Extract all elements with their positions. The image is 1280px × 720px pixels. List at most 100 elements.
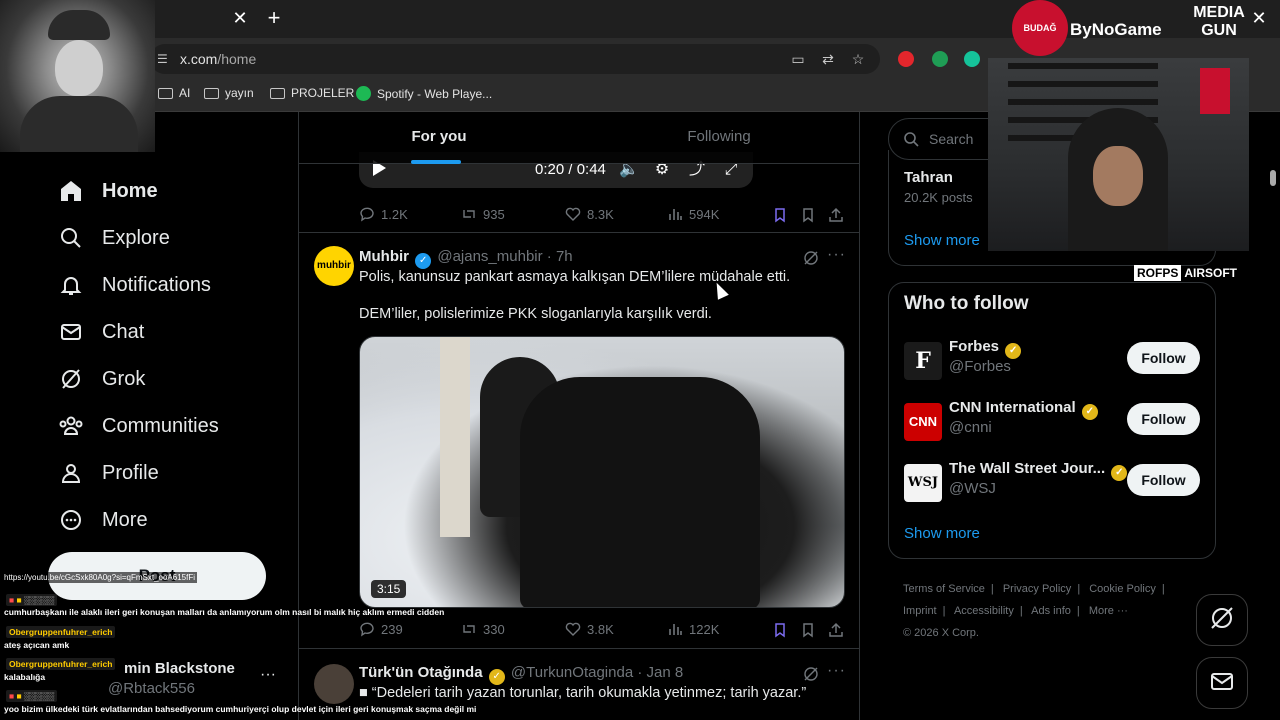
follow-suggestion[interactable]: F Forbes ✓ @Forbes Follow [904,338,1204,386]
nav-notifications[interactable]: Notifications [58,267,211,303]
bookmark-yayin[interactable]: yayın [204,86,254,100]
bookmark-ai[interactable]: AI [158,86,190,100]
nav-explore[interactable]: Explore [58,220,170,256]
overlay-logo-bynogame: ByNoGame [1070,20,1162,39]
nav-more[interactable]: More [58,502,148,538]
video-frame-figure [520,377,760,607]
person-icon [58,460,84,486]
reply-button[interactable]: 1.2K [359,206,408,222]
footer-link[interactable]: Cookie Policy [1089,583,1156,595]
grok-bookmark-icon[interactable] [771,621,789,639]
share-icon[interactable] [827,206,845,224]
show-more-link[interactable]: Show more [904,525,980,542]
follow-button[interactable]: Follow [1127,403,1200,435]
nav-profile[interactable]: Profile [58,455,159,491]
grok-icon[interactable] [803,250,819,266]
extension-icon[interactable] [932,51,948,67]
views-button[interactable]: 594K [667,206,719,222]
footer-link[interactable]: Accessibility [954,605,1014,617]
footer-link[interactable]: Imprint [903,605,937,617]
messages-fab-button[interactable] [1196,657,1248,709]
footer-link[interactable]: Ads info [1031,605,1071,617]
window-close-button[interactable]: ✕ [1250,8,1268,28]
nav-chat[interactable]: Chat [58,314,144,350]
like-button[interactable]: 8.3K [565,206,614,222]
tab-close-icon[interactable]: ✕ [230,8,250,28]
nav-label: Chat [102,320,145,343]
show-more-link[interactable]: Show more [904,232,980,249]
copyright: © 2026 X Corp. [903,627,979,639]
omnibox[interactable] [150,44,880,74]
tab-following[interactable]: Following [579,112,859,164]
follow-button[interactable]: Follow [1127,342,1200,374]
overlay-portrait-image [0,0,155,152]
more-circle-icon [58,507,84,533]
more-dots-icon[interactable]: ··· [260,666,276,684]
translate-icon[interactable]: ⇄ [819,50,837,68]
bookmark-icon[interactable] [799,621,817,639]
mail-icon [1209,668,1235,699]
avatar: CNN [904,403,942,441]
grok-bookmark-icon[interactable] [771,206,789,224]
repost-button[interactable]: 330 [461,621,505,637]
follow-suggestion[interactable]: CNN CNN International ✓ @cnni Follow [904,399,1204,447]
more-dots-icon[interactable]: ··· [827,246,846,264]
tweet-author-handle[interactable]: @TurkunOtaginda [511,664,633,681]
nav-grok[interactable]: Grok [58,361,145,397]
bookmark-icon[interactable] [799,206,817,224]
more-dots-icon[interactable]: ··· [827,662,846,680]
account-handle: @Forbes [949,358,1011,375]
video-frame-tree [440,337,470,537]
bookmark-spotify[interactable]: Spotify - Web Playe... [356,86,492,101]
extension-icon[interactable] [898,51,914,67]
bookmark-star-icon[interactable]: ☆ [849,50,867,68]
site-settings-icon[interactable]: ☰ [157,52,173,66]
views-chart-icon [667,206,683,222]
verified-badge-icon: ✓ [1005,343,1022,359]
follow-suggestion[interactable]: WSJ The Wall Street Jour... ✓ @WSJ Follo… [904,460,1204,508]
tweet-header: Türk'ün Otağında ✓ @TurkunOtaginda · Jan… [359,664,683,685]
bookmark-projeler[interactable]: PROJELER [270,86,354,100]
heart-icon [565,621,581,637]
new-tab-button[interactable]: + [264,6,284,30]
install-app-icon[interactable]: ▭ [789,50,807,68]
search-placeholder: Search [929,131,974,147]
tweet-time[interactable]: Jan 8 [647,664,684,681]
tweet-author-name[interactable]: Türk'ün Otağında [359,664,483,681]
nav-home[interactable]: Home [58,173,158,209]
follow-button[interactable]: Follow [1127,464,1200,496]
grammarly-extension-icon[interactable] [964,51,980,67]
views-button[interactable]: 122K [667,621,719,637]
tweet-author-name[interactable]: Muhbir [359,248,409,265]
overlay-rofps-badge: ROFPS AIRSOFT [1134,265,1237,284]
chat-message: yoo bizim ülkedeki türk evlatlarından ba… [4,704,477,714]
timeline: For you Following 0:20 / 0:44 🔈 ⚙ ⤴ ⤢ 1.… [298,112,860,720]
mail-icon [58,319,84,345]
avatar[interactable] [314,664,354,704]
url-text[interactable]: x.com/home [180,51,256,67]
tweet-time[interactable]: 7h [556,248,573,265]
footer-link[interactable]: Privacy Policy [1003,583,1071,595]
tweet-text: Polis, kanunsuz pankart asmaya kalkışan … [359,269,791,285]
avatar[interactable]: muhbir [314,246,354,286]
footer-more[interactable]: More ··· [1089,605,1128,617]
share-icon[interactable] [827,621,845,639]
account-name: Forbes ✓ [949,338,1023,359]
reply-button[interactable]: 239 [359,621,403,637]
avatar: F [904,342,942,380]
tweet-video[interactable] [359,336,845,608]
account-name: CNN International ✓ [949,399,1100,420]
people-icon [58,413,84,439]
footer-link[interactable]: Terms of Service [903,583,985,595]
grok-fab-button[interactable] [1196,594,1248,646]
nav-communities[interactable]: Communities [58,408,219,444]
tab-for-you[interactable]: For you [299,112,579,164]
repost-button[interactable]: 935 [461,206,505,222]
tweet-author-handle[interactable]: @ajans_muhbir [437,248,542,265]
overlay-logo-mediagun: MEDIA GUN [1193,4,1245,39]
like-button[interactable]: 3.8K [565,621,614,637]
trend-name[interactable]: Tahran [904,169,953,186]
nav-label: Explore [102,226,170,249]
scrollbar[interactable] [1270,170,1276,186]
grok-icon[interactable] [803,666,819,682]
